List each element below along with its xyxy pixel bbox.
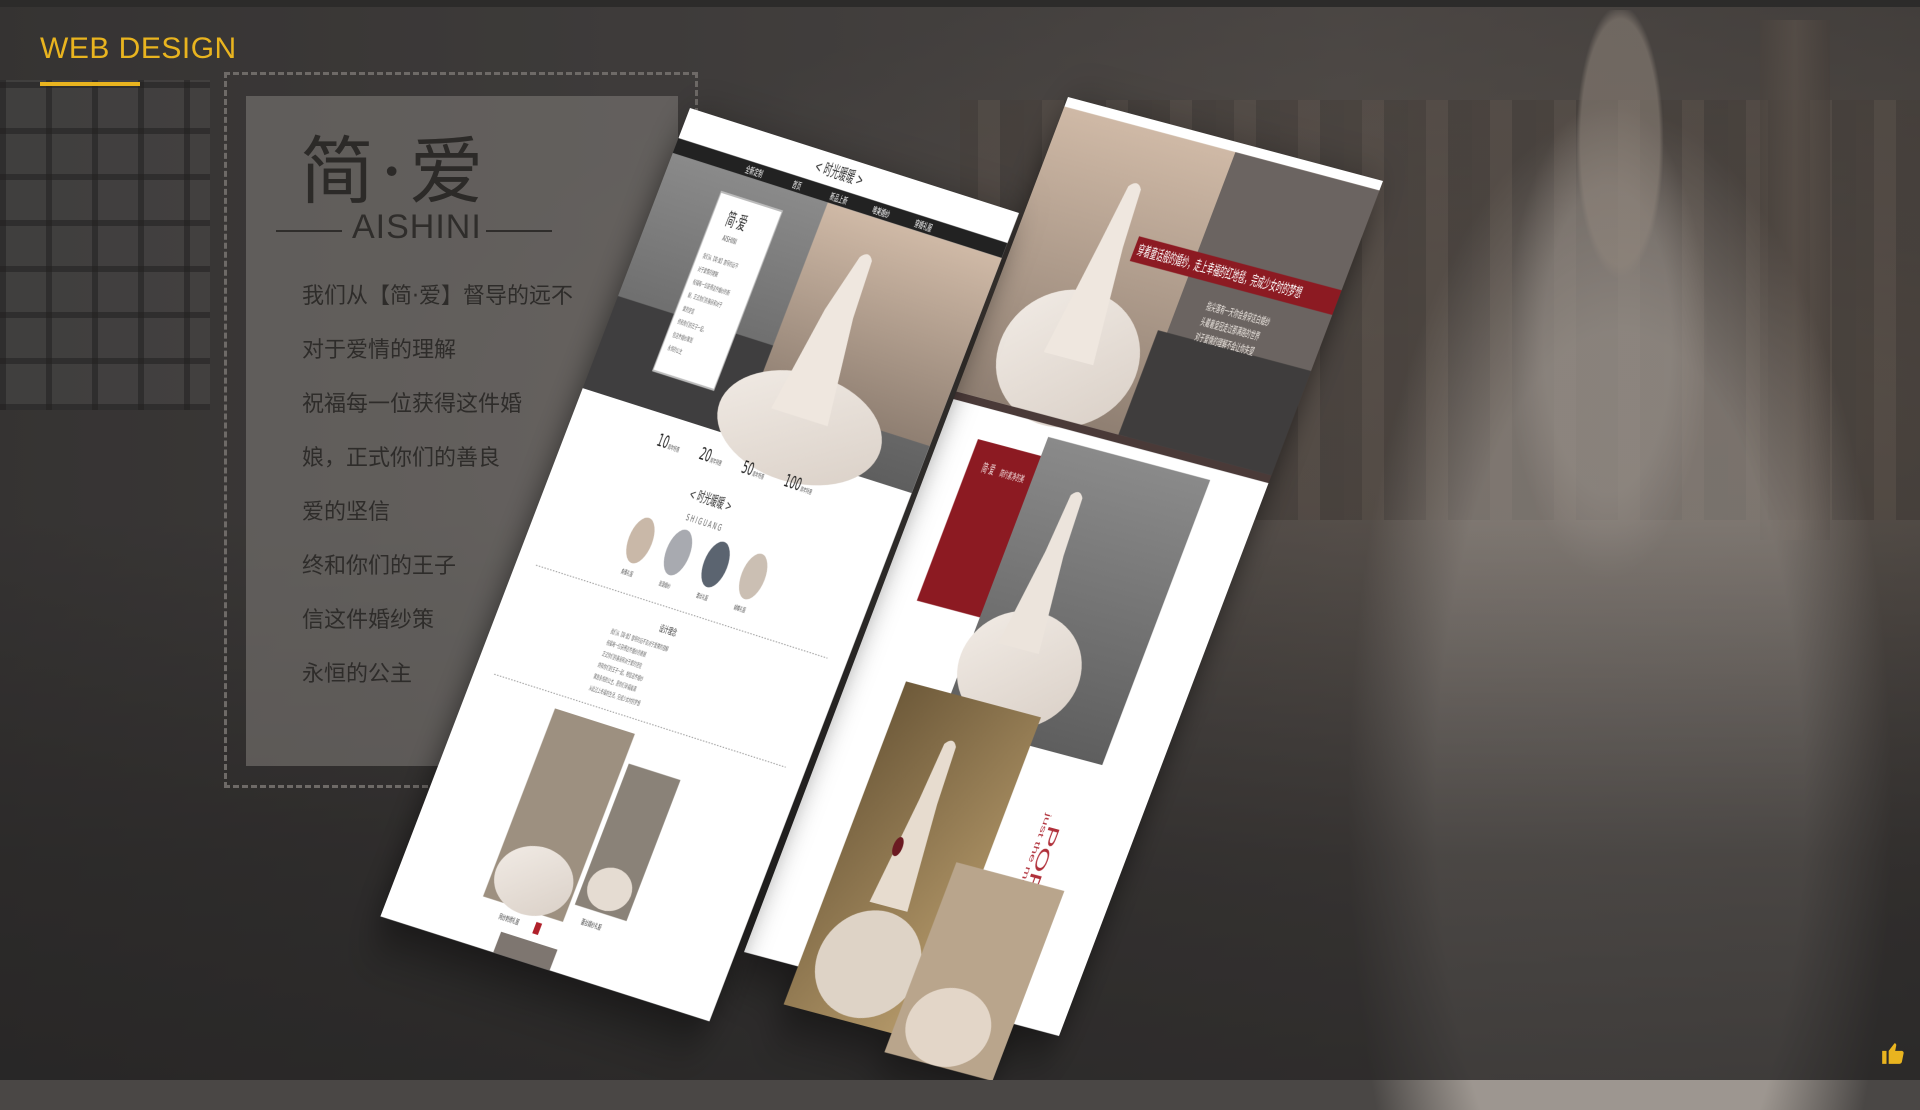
- poem-line: 我们从【简·爱】督导的远不: [302, 284, 573, 309]
- brand-name-en: AISHINI: [352, 208, 482, 246]
- poem-line: 祝福每一位获得这件婚: [302, 392, 523, 417]
- brand-name-cn: 简·爱: [300, 129, 490, 215]
- poem-line: 对于爱情的理解: [302, 338, 457, 363]
- top-strip: [0, 0, 1920, 7]
- brand-divider-right: [486, 230, 552, 232]
- brand-divider-left: [276, 230, 342, 232]
- thumbs-up-icon[interactable]: [1880, 1040, 1906, 1066]
- section-title-underline: [40, 82, 140, 86]
- section-title: WEB DESIGN: [40, 32, 237, 65]
